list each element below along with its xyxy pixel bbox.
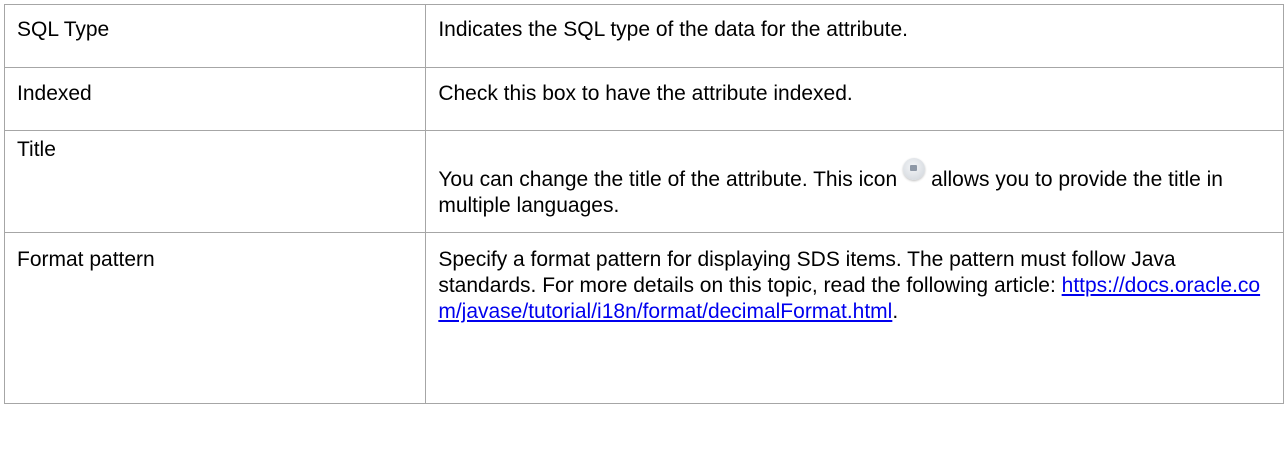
table-row: Format pattern Specify a format pattern … xyxy=(3,232,1284,404)
property-name: Indexed xyxy=(17,82,92,105)
property-description-cell: You can change the title of the attribut… xyxy=(425,130,1284,233)
table-row: Indexed Check this box to have the attri… xyxy=(3,67,1284,131)
description-text-before-icon: You can change the title of the attribut… xyxy=(438,168,898,191)
property-description-cell: Check this box to have the attribute ind… xyxy=(425,67,1284,131)
property-name: Title xyxy=(17,138,56,161)
property-name-cell: Format pattern xyxy=(3,232,427,404)
property-name-cell: Indexed xyxy=(3,67,427,131)
property-description: Check this box to have the attribute ind… xyxy=(438,82,853,105)
table-row: SQL Type Indicates the SQL type of the d… xyxy=(3,4,1284,68)
property-name-cell: Title xyxy=(3,130,427,233)
table-row: Title You can change the title of the at… xyxy=(3,130,1284,233)
property-name: SQL Type xyxy=(17,18,110,41)
link-suffix: . xyxy=(892,300,899,323)
property-description: Indicates the SQL type of the data for t… xyxy=(438,18,909,41)
property-description-cell: Specify a format pattern for displaying … xyxy=(425,232,1284,404)
property-description: You can change the title of the attribut… xyxy=(426,131,1283,219)
attribute-properties-table: SQL Type Indicates the SQL type of the d… xyxy=(3,4,1284,404)
translate-language-icon xyxy=(903,158,926,180)
property-name: Format pattern xyxy=(17,248,155,271)
property-description: Specify a format pattern for displaying … xyxy=(426,233,1283,325)
property-description-cell: Indicates the SQL type of the data for t… xyxy=(425,4,1284,68)
property-name-cell: SQL Type xyxy=(3,4,427,68)
